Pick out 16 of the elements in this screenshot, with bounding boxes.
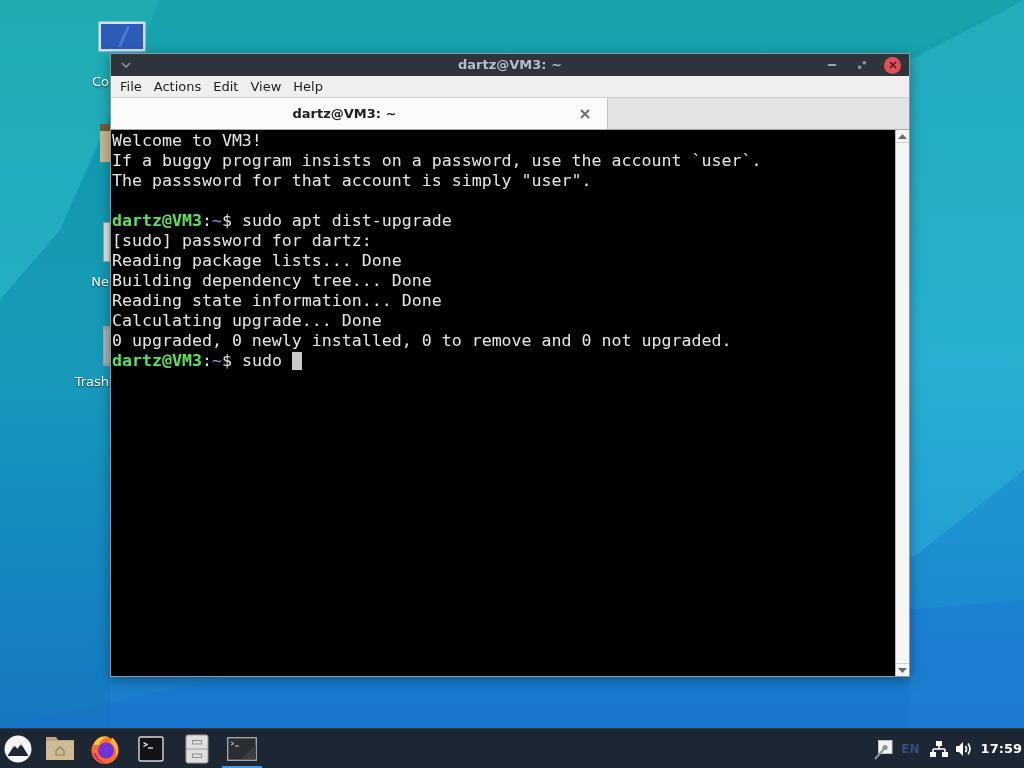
terminal-output-line: The passsword for that account is simply "user". — [112, 171, 592, 191]
terminal-prompt-line: dartz@VM3:~$ sudo apt dist-upgrade — [112, 211, 452, 231]
terminal-output-line: Building dependency tree... Done — [112, 271, 432, 291]
clock: 17:59 — [980, 739, 1022, 758]
desktop-icon-label: Co — [91, 73, 109, 91]
terminal-output-line: [sudo] password for dartz: — [112, 231, 372, 251]
terminal-output-line: Calculating upgrade... Done — [112, 311, 382, 331]
terminal-output-line: 0 upgraded, 0 newly installed, 0 to remove and 0 not upgraded. — [112, 331, 732, 351]
terminal-output-line: Reading state information... Done — [112, 291, 442, 311]
window-title: dartz@VM3: ~ — [458, 56, 562, 75]
terminal-output-line: Reading package lists... Done — [112, 251, 402, 271]
desktop-icon-label: Trash — [74, 373, 109, 391]
terminal-output-line: Welcome to VM3! — [112, 131, 262, 151]
desktop-icon-label: Ne — [91, 273, 109, 291]
terminal-output-line: If a buggy program insists on a password, use the account `user`. — [112, 151, 762, 171]
terminal-prompt-line: dartz@VM3:~$ sudo — [112, 351, 282, 371]
